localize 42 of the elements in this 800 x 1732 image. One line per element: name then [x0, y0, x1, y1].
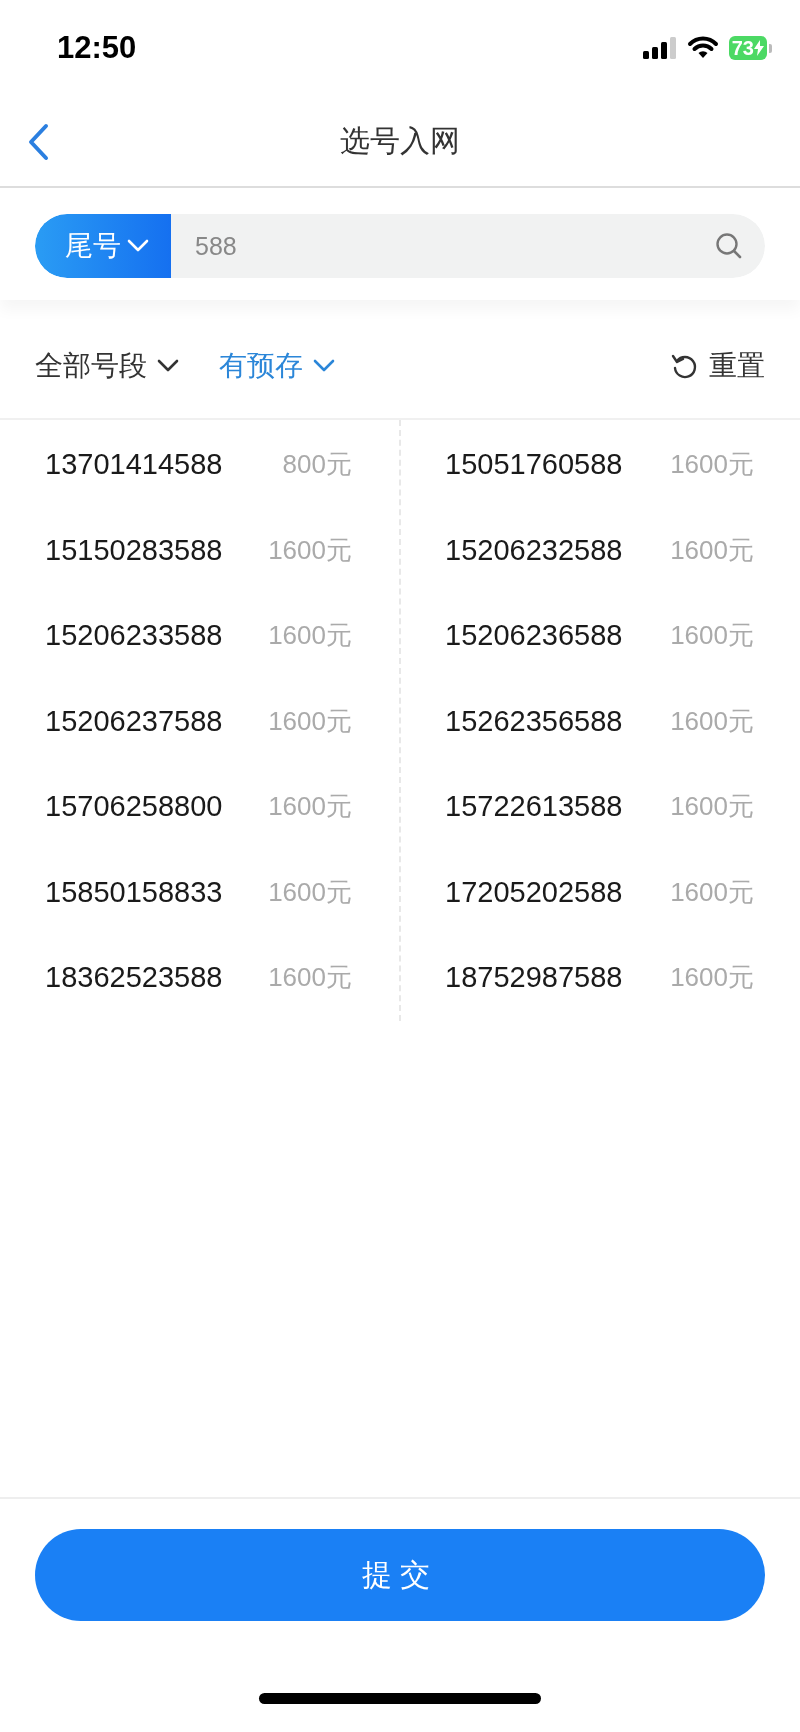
chevron-down-icon	[313, 359, 335, 373]
phone-number[interactable]: 15206233588	[45, 619, 223, 653]
phone-number[interactable]: 18752987588	[445, 961, 623, 995]
phone-number[interactable]: 15850158833	[45, 875, 223, 909]
number-price: 1600元	[268, 875, 352, 909]
phone-number[interactable]: 15706258800	[45, 790, 223, 824]
number-price: 1600元	[670, 961, 754, 995]
phone-number[interactable]: 15150283588	[45, 533, 223, 567]
number-price: 1600元	[670, 619, 754, 653]
chevron-down-icon	[157, 359, 179, 373]
number-price: 1600元	[268, 790, 352, 824]
phone-number[interactable]: 13701414588	[45, 448, 223, 482]
search-icon[interactable]	[715, 232, 743, 260]
number-price: 1600元	[670, 790, 754, 824]
number-price: 1600元	[670, 533, 754, 567]
phone-number[interactable]: 15051760588	[445, 448, 623, 482]
number-price: 1600元	[268, 619, 352, 653]
submit-button[interactable]: 提交	[35, 1529, 765, 1621]
phone-number[interactable]: 15206232588	[445, 533, 623, 567]
number-price: 800元	[282, 448, 352, 482]
number-price: 1600元	[268, 704, 352, 738]
phone-number[interactable]: 18362523588	[45, 961, 223, 995]
number-price: 1600元	[670, 448, 754, 482]
signal-icon	[642, 37, 677, 59]
number-price: 1600元	[268, 961, 352, 995]
number-price: 1600元	[268, 533, 352, 567]
filter-dropdown[interactable]: 有预存	[219, 347, 335, 385]
filter-dropdown[interactable]: 全部号段	[35, 347, 179, 385]
phone-number[interactable]: 15722613588	[445, 790, 623, 824]
page-title: 选号入网	[340, 121, 460, 160]
number-price: 1600元	[670, 704, 754, 738]
status-time: 12:50	[57, 30, 137, 66]
reset-icon	[671, 352, 699, 380]
phone-number[interactable]: 15206236588	[445, 619, 623, 653]
reset-button[interactable]: 重置	[671, 347, 765, 385]
phone-number[interactable]: 15262356588	[445, 704, 623, 738]
search-mode-dropdown[interactable]: 尾号	[35, 214, 171, 278]
number-price: 1600元	[670, 875, 754, 909]
phone-number[interactable]: 17205202588	[445, 875, 623, 909]
phone-number[interactable]: 15206237588	[45, 704, 223, 738]
wifi-icon	[686, 36, 719, 60]
chevron-down-icon	[127, 239, 149, 253]
